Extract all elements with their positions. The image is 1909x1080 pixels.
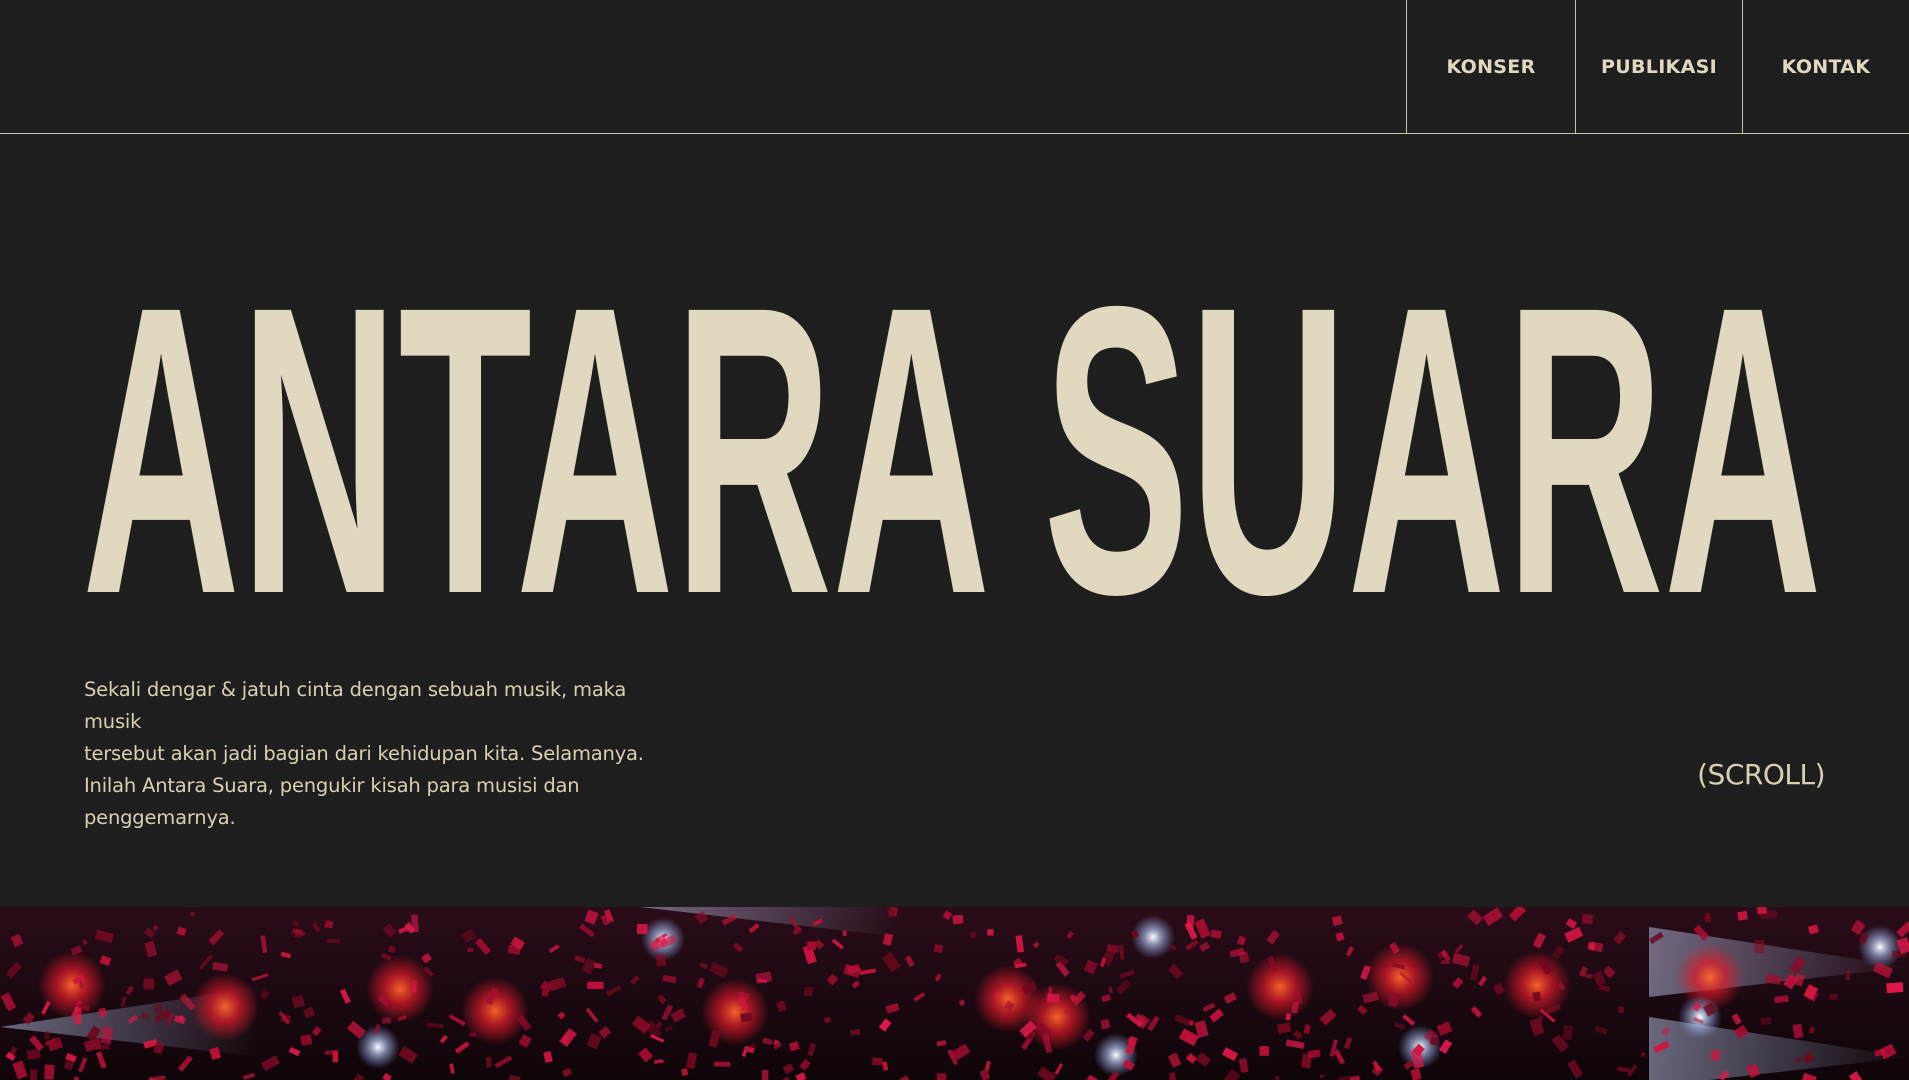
confetti-piece (740, 1012, 753, 1023)
confetti-piece (44, 1031, 50, 1040)
confetti-piece (562, 1035, 569, 1044)
confetti-piece (1641, 1052, 1646, 1058)
confetti-piece (29, 1069, 38, 1080)
intro-line: tersebut akan jadi bagian dari kehidupan… (84, 742, 644, 765)
confetti-piece (933, 944, 944, 953)
confetti-piece (936, 1073, 947, 1080)
nav-item-publikasi[interactable]: PUBLIKASI (1575, 0, 1742, 134)
confetti-piece (141, 1012, 150, 1020)
confetti-piece (1587, 942, 1596, 950)
concert-stage-photo (0, 907, 1909, 1080)
confetti-piece (1617, 1006, 1625, 1014)
confetti-piece (842, 930, 847, 936)
confetti-piece (143, 978, 155, 990)
confetti-piece (324, 920, 334, 929)
intro-line: Inilah Antara Suara, pengukir kisah para… (84, 774, 580, 797)
stage-light-white (1858, 925, 1902, 969)
confetti-piece (1210, 929, 1222, 939)
confetti-piece (713, 1061, 731, 1067)
confetti-piece (807, 941, 816, 951)
confetti-piece (655, 954, 667, 967)
confetti-piece (541, 983, 549, 997)
confetti-piece (761, 1069, 769, 1080)
confetti-piece (1441, 960, 1450, 964)
confetti-piece (469, 1032, 477, 1037)
confetti-piece (1562, 1025, 1574, 1041)
confetti-piece (681, 1068, 689, 1077)
confetti-piece (1259, 1046, 1269, 1056)
top-navigation-bar: KONSER PUBLIKASI KONTAK (0, 0, 1909, 134)
intro-line: Sekali dengar & jatuh cinta dengan sebua… (84, 678, 627, 733)
stage-light-white (1131, 915, 1175, 959)
hero-title-graphic: ANTARA SUARA (82, 270, 1822, 610)
confetti-piece (1319, 1074, 1325, 1079)
confetti-piece (412, 980, 417, 993)
confetti-piece (44, 1064, 55, 1080)
confetti-piece (382, 1017, 392, 1024)
confetti-piece (486, 1056, 492, 1068)
confetti-piece (410, 914, 419, 933)
concert-stage-image (0, 907, 1909, 1080)
confetti-piece (1046, 993, 1060, 1003)
hero-title-text: ANTARA SUARA (82, 270, 1822, 610)
confetti-piece (1532, 991, 1542, 1002)
confetti-piece (1828, 993, 1838, 1000)
confetti-piece (872, 1057, 883, 1066)
confetti-piece (1737, 910, 1748, 921)
confetti-piece (1710, 1049, 1721, 1061)
confetti-piece (970, 931, 977, 939)
confetti-piece (1845, 970, 1851, 981)
main-nav: KONSER PUBLIKASI KONTAK (1406, 0, 1909, 134)
confetti-piece (300, 1034, 313, 1046)
confetti-piece (636, 923, 648, 935)
intro-paragraph: Sekali dengar & jatuh cinta dengan sebua… (84, 674, 684, 834)
confetti-piece (1754, 940, 1765, 953)
scroll-hint[interactable]: (SCROLL) (1697, 758, 1825, 791)
confetti-piece (994, 991, 1000, 999)
stage-light-red (366, 955, 434, 1023)
confetti-piece (324, 1050, 339, 1055)
confetti-piece (1430, 1037, 1439, 1046)
stage-light-red (1246, 953, 1314, 1021)
stage-light-red (38, 951, 106, 1019)
confetti-piece (1886, 982, 1904, 994)
confetti-piece (466, 947, 474, 953)
confetti-piece (74, 1076, 79, 1080)
stage-light-red (1366, 943, 1434, 1011)
confetti-piece (1704, 913, 1711, 923)
nav-item-konser[interactable]: KONSER (1406, 0, 1575, 134)
confetti-piece (987, 929, 994, 936)
intro-line: penggemarnya. (84, 806, 236, 829)
confetti-piece (1757, 907, 1767, 915)
stage-light-white (1678, 995, 1722, 1039)
confetti-piece (952, 914, 964, 925)
confetti-piece (326, 938, 341, 943)
nav-item-kontak[interactable]: KONTAK (1742, 0, 1909, 134)
confetti-piece (1760, 1016, 1772, 1026)
hero-title: ANTARA SUARA (82, 270, 1830, 610)
confetti-piece (1581, 914, 1594, 925)
confetti-piece (26, 1049, 41, 1060)
stage-light-red (191, 973, 259, 1041)
confetti-piece (849, 1028, 861, 1036)
confetti-piece (587, 981, 604, 989)
confetti-piece (1285, 1013, 1291, 1021)
confetti-piece (1119, 944, 1125, 960)
confetti-piece (803, 986, 814, 997)
